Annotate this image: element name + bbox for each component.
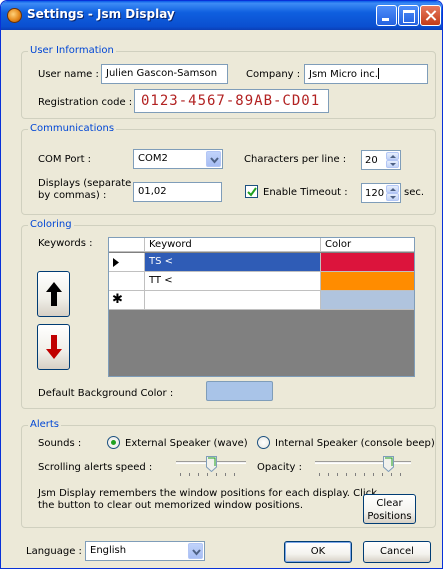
window-title: Settings - Jsm Display (27, 7, 175, 21)
company-value: Jsm Micro inc. (309, 69, 378, 80)
minimize-button[interactable] (376, 5, 397, 26)
ok-button[interactable]: OK (284, 541, 352, 563)
new-row-icon: ✱ (112, 292, 123, 307)
com-port-value: COM2 (138, 153, 168, 164)
com-port-select[interactable]: COM2 (133, 149, 223, 169)
user-information-legend: User Information (28, 45, 116, 56)
com-port-label: COM Port : (38, 154, 92, 165)
slider-thumb[interactable] (383, 456, 394, 472)
chars-per-line-label: Characters per line : (244, 154, 347, 165)
displays-label-line1: Displays (separate (38, 178, 132, 189)
up-arrow-icon (46, 282, 62, 306)
com-port-dropdown-button[interactable] (206, 151, 221, 167)
chars-per-line-stepper[interactable]: 20 (361, 150, 401, 170)
color-cell[interactable] (321, 253, 414, 272)
coloring-legend: Coloring (28, 219, 74, 230)
clear-positions-button[interactable]: Clear Positions (363, 494, 416, 524)
sounds-label: Sounds : (38, 438, 82, 449)
registration-code-label: Registration code : (38, 97, 133, 108)
language-select[interactable]: English (85, 541, 205, 561)
keyword-cell[interactable]: TS < (145, 253, 321, 272)
settings-window: Settings - Jsm Display User Information … (0, 0, 443, 569)
scroll-speed-label: Scrolling alerts speed : (38, 462, 153, 473)
table-row-new[interactable]: ✱ (109, 291, 414, 310)
row-header[interactable]: ✱ (109, 291, 145, 310)
slider-thumb[interactable] (206, 456, 217, 472)
clear-positions-line2: Positions (367, 511, 412, 522)
username-field[interactable]: Julien Gascon-Samson (101, 64, 228, 84)
username-label: User name : (38, 69, 99, 80)
opacity-slider[interactable] (315, 456, 411, 476)
keywords-grid[interactable]: Keyword Color TS < TT < ✱ (108, 237, 415, 377)
text-cursor (377, 68, 379, 79)
table-row[interactable]: TS < (109, 253, 414, 272)
cancel-button[interactable]: Cancel (363, 541, 431, 563)
registration-code-field[interactable]: 0123-4567-89AB-CD01 (134, 89, 329, 113)
language-value: English (90, 545, 127, 556)
column-header-keyword[interactable]: Keyword (145, 238, 321, 252)
chars-per-line-value: 20 (365, 155, 378, 166)
row-header-corner (109, 238, 145, 252)
keywords-label: Keywords : (38, 238, 93, 249)
row-header[interactable] (109, 272, 145, 291)
external-speaker-label: External Speaker (wave) (125, 438, 248, 449)
language-dropdown-button[interactable] (188, 543, 203, 559)
close-button[interactable] (420, 5, 441, 26)
displays-field[interactable]: 01,02 (133, 182, 222, 202)
enable-timeout-label: Enable Timeout : (263, 187, 348, 198)
language-label: Language : (26, 546, 82, 557)
external-speaker-radio[interactable] (107, 436, 120, 449)
down-arrow-icon (46, 335, 62, 359)
move-up-button[interactable] (37, 271, 70, 317)
opacity-label: Opacity : (257, 462, 303, 473)
chevron-down-icon (192, 549, 201, 556)
row-header[interactable] (109, 253, 145, 272)
column-header-color[interactable]: Color (321, 238, 414, 252)
timeout-stepper[interactable]: 120 (361, 183, 401, 203)
grid-header: Keyword Color (109, 238, 414, 252)
chars-per-line-down-button[interactable] (386, 160, 399, 168)
timeout-value: 120 (365, 188, 385, 199)
chars-per-line-up-button[interactable] (386, 152, 399, 160)
timeout-unit: sec. (404, 187, 425, 198)
scroll-speed-slider[interactable] (176, 456, 246, 476)
enable-timeout-checkbox[interactable] (245, 185, 258, 198)
company-field[interactable]: Jsm Micro inc. (304, 64, 428, 84)
keyword-cell[interactable]: TT < (145, 272, 321, 291)
internal-speaker-label: Internal Speaker (console beep) (275, 438, 435, 449)
color-cell[interactable] (321, 291, 414, 310)
positions-info-line2: the button to clear out memorized window… (38, 500, 304, 511)
communications-legend: Communications (28, 123, 117, 134)
internal-speaker-radio[interactable] (257, 436, 270, 449)
chevron-down-icon (210, 157, 219, 164)
color-cell[interactable] (321, 272, 414, 291)
timeout-down-button[interactable] (386, 193, 399, 201)
app-icon (7, 8, 22, 23)
move-down-button[interactable] (37, 324, 70, 370)
table-row[interactable]: TT < (109, 272, 414, 291)
clear-positions-line1: Clear (376, 498, 403, 509)
default-background-color-swatch[interactable] (206, 381, 273, 401)
alerts-legend: Alerts (28, 419, 62, 430)
displays-label-line2: by commas) : (38, 190, 107, 201)
current-row-icon (113, 258, 119, 267)
maximize-button[interactable] (398, 5, 419, 26)
positions-info-line1: Jsm Display remembers the window positio… (38, 488, 377, 499)
keyword-cell[interactable] (145, 291, 321, 310)
timeout-up-button[interactable] (386, 185, 399, 193)
checkmark-icon (247, 187, 257, 197)
company-label: Company : (246, 69, 301, 80)
title-bar[interactable]: Settings - Jsm Display (1, 1, 442, 30)
default-background-color-label: Default Background Color : (38, 388, 174, 399)
